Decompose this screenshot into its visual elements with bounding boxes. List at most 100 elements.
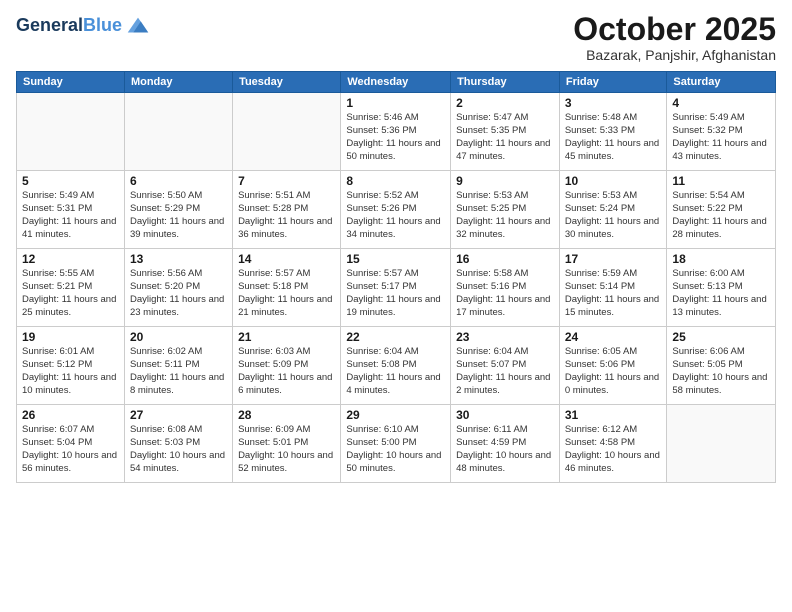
- day-info: Sunrise: 5:50 AM Sunset: 5:29 PM Dayligh…: [130, 190, 227, 241]
- day-number: 14: [238, 252, 335, 266]
- day-cell: 2 Sunrise: 5:47 AM Sunset: 5:35 PM Daylig…: [451, 93, 560, 171]
- day-cell: 4Sunrise: 5:49 AM Sunset: 5:32 PM Daylig…: [667, 93, 776, 171]
- day-number: 6: [130, 174, 227, 188]
- day-info: Sunrise: 5:59 AM Sunset: 5:14 PM Dayligh…: [565, 268, 662, 319]
- day-number: 3: [565, 96, 662, 110]
- day-cell: [667, 405, 776, 483]
- day-cell: 24Sunrise: 6:05 AM Sunset: 5:06 PM Dayli…: [559, 327, 667, 405]
- day-number: 21: [238, 330, 335, 344]
- week-row-5: 26 Sunrise: 6:07 AM Sunset: 5:04 PM Dayli…: [17, 405, 776, 483]
- day-number: 22: [346, 330, 445, 344]
- week-row-4: 19 Sunrise: 6:01 AM Sunset: 5:12 PM Dayli…: [17, 327, 776, 405]
- day-number: 23: [456, 330, 554, 344]
- day-info: Sunrise: 5:53 AM Sunset: 5:25 PM Dayligh…: [456, 190, 554, 241]
- day-number: 15: [346, 252, 445, 266]
- day-cell: 21 Sunrise: 6:03 AM Sunset: 5:09 PM Dayli…: [233, 327, 341, 405]
- day-info: Sunrise: 5:52 AM Sunset: 5:26 PM Dayligh…: [346, 190, 445, 241]
- day-info: Sunrise: 5:56 AM Sunset: 5:20 PM Dayligh…: [130, 268, 227, 319]
- day-cell: 14 Sunrise: 5:57 AM Sunset: 5:18 PM Dayli…: [233, 249, 341, 327]
- day-info: Sunrise: 5:49 AM Sunset: 5:32 PM Dayligh…: [672, 112, 770, 163]
- logo-general: General: [16, 15, 83, 35]
- day-cell: 31 Sunrise: 6:12 AM Sunset: 4:58 PM Dayli…: [559, 405, 667, 483]
- day-info: Sunrise: 6:01 AM Sunset: 5:12 PM Dayligh…: [22, 346, 119, 397]
- day-cell: 6 Sunrise: 5:50 AM Sunset: 5:29 PM Daylig…: [124, 171, 232, 249]
- day-number: 8: [346, 174, 445, 188]
- day-info: Sunrise: 6:10 AM Sunset: 5:00 PM Dayligh…: [346, 424, 445, 475]
- day-cell: 28Sunrise: 6:09 AM Sunset: 5:01 PM Dayli…: [233, 405, 341, 483]
- day-info: Sunrise: 5:57 AM Sunset: 5:17 PM Dayligh…: [346, 268, 445, 319]
- day-cell: 30 Sunrise: 6:11 AM Sunset: 4:59 PM Dayli…: [451, 405, 560, 483]
- day-cell: 13 Sunrise: 5:56 AM Sunset: 5:20 PM Dayli…: [124, 249, 232, 327]
- week-row-2: 5 Sunrise: 5:49 AM Sunset: 5:31 PM Daylig…: [17, 171, 776, 249]
- day-number: 10: [565, 174, 662, 188]
- logo-icon: [124, 12, 152, 40]
- week-row-3: 12Sunrise: 5:55 AM Sunset: 5:21 PM Dayli…: [17, 249, 776, 327]
- logo-area: GeneralBlue: [16, 12, 152, 40]
- header-sunday: Sunday: [17, 72, 125, 93]
- day-number: 13: [130, 252, 227, 266]
- day-info: Sunrise: 6:03 AM Sunset: 5:09 PM Dayligh…: [238, 346, 335, 397]
- calendar-table: Sunday Monday Tuesday Wednesday Thursday…: [16, 71, 776, 483]
- header-thursday: Thursday: [451, 72, 560, 93]
- header-monday: Monday: [124, 72, 232, 93]
- day-info: Sunrise: 5:49 AM Sunset: 5:31 PM Dayligh…: [22, 190, 119, 241]
- day-cell: 3Sunrise: 5:48 AM Sunset: 5:33 PM Daylig…: [559, 93, 667, 171]
- day-info: Sunrise: 6:06 AM Sunset: 5:05 PM Dayligh…: [672, 346, 770, 397]
- day-cell: 22Sunrise: 6:04 AM Sunset: 5:08 PM Dayli…: [341, 327, 451, 405]
- day-cell: [124, 93, 232, 171]
- day-info: Sunrise: 6:09 AM Sunset: 5:01 PM Dayligh…: [238, 424, 335, 475]
- day-info: Sunrise: 6:11 AM Sunset: 4:59 PM Dayligh…: [456, 424, 554, 475]
- calendar-title: October 2025: [573, 12, 776, 47]
- day-number: 9: [456, 174, 554, 188]
- day-number: 26: [22, 408, 119, 422]
- day-number: 31: [565, 408, 662, 422]
- day-cell: 17 Sunrise: 5:59 AM Sunset: 5:14 PM Dayli…: [559, 249, 667, 327]
- day-number: 30: [456, 408, 554, 422]
- day-cell: 18 Sunrise: 6:00 AM Sunset: 5:13 PM Dayli…: [667, 249, 776, 327]
- day-info: Sunrise: 5:46 AM Sunset: 5:36 PM Dayligh…: [346, 112, 445, 163]
- page: GeneralBlue October 2025 Bazarak, Panjsh…: [0, 0, 792, 612]
- day-info: Sunrise: 5:53 AM Sunset: 5:24 PM Dayligh…: [565, 190, 662, 241]
- day-number: 19: [22, 330, 119, 344]
- day-cell: [233, 93, 341, 171]
- day-number: 25: [672, 330, 770, 344]
- day-info: Sunrise: 6:00 AM Sunset: 5:13 PM Dayligh…: [672, 268, 770, 319]
- day-cell: 15 Sunrise: 5:57 AM Sunset: 5:17 PM Dayli…: [341, 249, 451, 327]
- day-number: 17: [565, 252, 662, 266]
- day-number: 7: [238, 174, 335, 188]
- day-number: 18: [672, 252, 770, 266]
- week-row-1: 1 Sunrise: 5:46 AM Sunset: 5:36 PM Daylig…: [17, 93, 776, 171]
- day-info: Sunrise: 6:08 AM Sunset: 5:03 PM Dayligh…: [130, 424, 227, 475]
- day-cell: 5 Sunrise: 5:49 AM Sunset: 5:31 PM Daylig…: [17, 171, 125, 249]
- header: GeneralBlue October 2025 Bazarak, Panjsh…: [16, 12, 776, 63]
- title-area: October 2025 Bazarak, Panjshir, Afghanis…: [573, 12, 776, 63]
- day-number: 1: [346, 96, 445, 110]
- day-cell: 20Sunrise: 6:02 AM Sunset: 5:11 PM Dayli…: [124, 327, 232, 405]
- day-info: Sunrise: 5:47 AM Sunset: 5:35 PM Dayligh…: [456, 112, 554, 163]
- header-saturday: Saturday: [667, 72, 776, 93]
- header-friday: Friday: [559, 72, 667, 93]
- day-cell: 7 Sunrise: 5:51 AM Sunset: 5:28 PM Daylig…: [233, 171, 341, 249]
- day-info: Sunrise: 6:07 AM Sunset: 5:04 PM Dayligh…: [22, 424, 119, 475]
- day-cell: 27 Sunrise: 6:08 AM Sunset: 5:03 PM Dayli…: [124, 405, 232, 483]
- day-info: Sunrise: 5:51 AM Sunset: 5:28 PM Dayligh…: [238, 190, 335, 241]
- day-number: 20: [130, 330, 227, 344]
- day-info: Sunrise: 6:05 AM Sunset: 5:06 PM Dayligh…: [565, 346, 662, 397]
- day-info: Sunrise: 6:12 AM Sunset: 4:58 PM Dayligh…: [565, 424, 662, 475]
- day-info: Sunrise: 5:54 AM Sunset: 5:22 PM Dayligh…: [672, 190, 770, 241]
- day-info: Sunrise: 5:55 AM Sunset: 5:21 PM Dayligh…: [22, 268, 119, 319]
- day-cell: 11Sunrise: 5:54 AM Sunset: 5:22 PM Dayli…: [667, 171, 776, 249]
- day-cell: 16Sunrise: 5:58 AM Sunset: 5:16 PM Dayli…: [451, 249, 560, 327]
- weekday-header-row: Sunday Monday Tuesday Wednesday Thursday…: [17, 72, 776, 93]
- day-cell: 8 Sunrise: 5:52 AM Sunset: 5:26 PM Daylig…: [341, 171, 451, 249]
- day-number: 5: [22, 174, 119, 188]
- day-info: Sunrise: 6:04 AM Sunset: 5:07 PM Dayligh…: [456, 346, 554, 397]
- day-number: 27: [130, 408, 227, 422]
- header-wednesday: Wednesday: [341, 72, 451, 93]
- day-number: 16: [456, 252, 554, 266]
- day-cell: 25 Sunrise: 6:06 AM Sunset: 5:05 PM Dayli…: [667, 327, 776, 405]
- day-info: Sunrise: 5:57 AM Sunset: 5:18 PM Dayligh…: [238, 268, 335, 319]
- day-cell: 12Sunrise: 5:55 AM Sunset: 5:21 PM Dayli…: [17, 249, 125, 327]
- day-number: 2: [456, 96, 554, 110]
- logo-blue: Blue: [83, 15, 122, 35]
